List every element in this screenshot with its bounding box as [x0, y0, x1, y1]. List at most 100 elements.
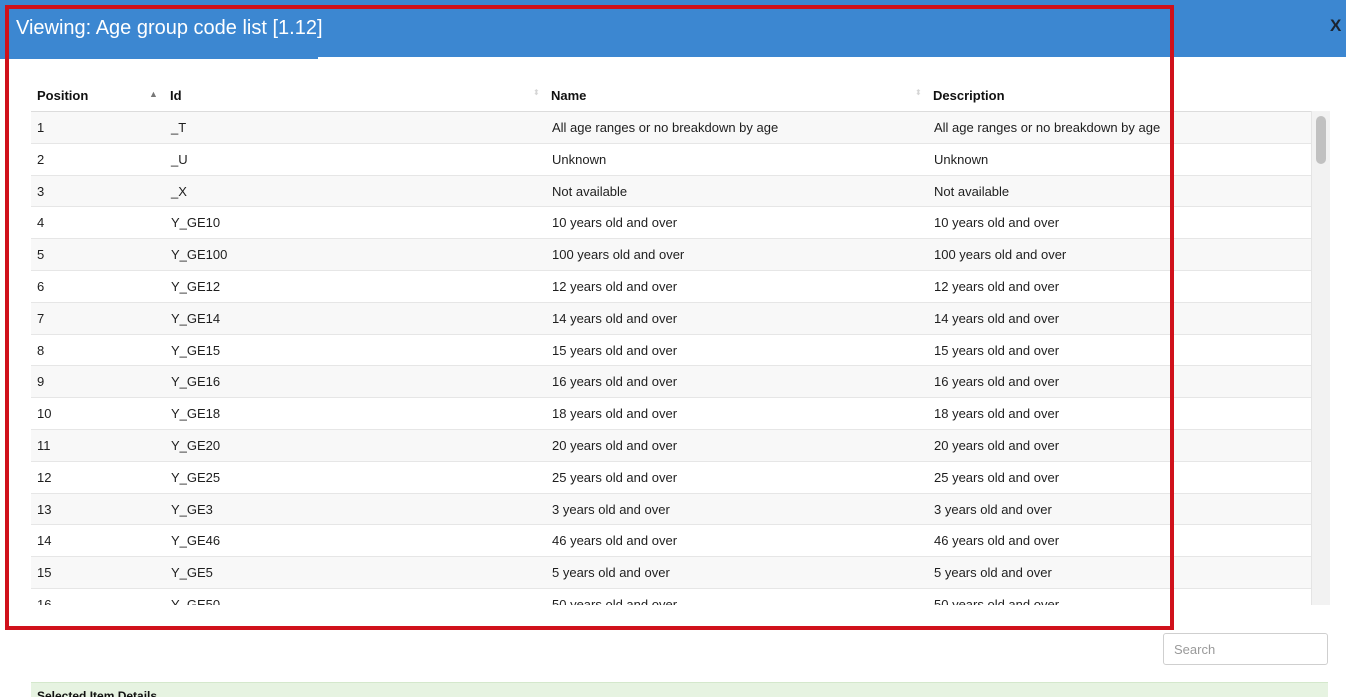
cell-name: 100 years old and over: [552, 247, 685, 263]
cell-position: 8: [37, 342, 45, 358]
cell-id: Y_GE5: [171, 565, 213, 581]
cell-id: Y_GE46: [171, 533, 221, 549]
table-body: 1 _T All age ranges or no breakdown by age…: [31, 112, 1311, 605]
cell-position: 14: [37, 533, 52, 549]
cell-id: Y_GE10: [171, 215, 221, 231]
cell-description: 18 years old and over: [934, 406, 1060, 422]
cell-name: 10 years old and over: [552, 215, 678, 231]
cell-description: Not available: [934, 183, 1010, 199]
table-row[interactable]: 3 _X Not available Not available: [31, 175, 1311, 208]
table-row[interactable]: 2 _U Unknown Unknown: [31, 143, 1311, 176]
table-row[interactable]: 5 Y_GE100 100 years old and over 100 years …: [31, 239, 1311, 271]
cell-name: Not available: [552, 183, 628, 199]
cell-name: Unknown: [552, 151, 607, 167]
cell-position: 9: [37, 374, 45, 390]
cell-name: 3 years old and over: [552, 501, 670, 517]
cell-position: 2: [37, 151, 45, 167]
details-title: Selected Item Details: [37, 689, 158, 697]
table-row[interactable]: 7 Y_GE14 14 years old and over 14 years old…: [31, 302, 1311, 335]
cell-description: 12 years old and over: [934, 278, 1060, 294]
cell-position: 16: [37, 596, 52, 605]
cell-id: Y_GE20: [171, 437, 221, 453]
selected-item-details-panel: Selected Item Details: [31, 682, 1328, 697]
cell-description: 14 years old and over: [934, 310, 1060, 326]
cell-name: 5 years old and over: [552, 565, 670, 581]
sort-ascending-icon: ▲: [149, 89, 158, 99]
table-header: Position ▲ Id ⬍ Name ⬍ Description: [31, 78, 1311, 113]
table-row[interactable]: 8 Y_GE15 15 years old and over 15 years old…: [31, 334, 1311, 367]
cell-position: 13: [37, 501, 52, 517]
cell-description: 3 years old and over: [934, 501, 1052, 517]
column-header-name[interactable]: Name: [551, 88, 586, 103]
table-row[interactable]: 15 Y_GE5 5 years old and over 5 years old a…: [31, 557, 1311, 589]
cell-position: 15: [37, 565, 52, 581]
table-row[interactable]: 14 Y_GE46 46 years old and over 46 years ol…: [31, 525, 1311, 558]
cell-id: Y_GE18: [171, 406, 221, 422]
cell-name: 20 years old and over: [552, 437, 678, 453]
table-row[interactable]: 13 Y_GE3 3 years old and over 3 years old a…: [31, 493, 1311, 526]
cell-id: _U: [171, 151, 188, 167]
cell-description: 15 years old and over: [934, 342, 1060, 358]
table-row[interactable]: 9 Y_GE16 16 years old and over 16 years old…: [31, 366, 1311, 399]
cell-id: Y_GE50: [171, 596, 221, 605]
table-row[interactable]: 4 Y_GE10 10 years old and over 10 years old…: [31, 207, 1311, 240]
column-header-position[interactable]: Position: [37, 88, 88, 103]
cell-id: Y_GE14: [171, 310, 221, 326]
sort-both-icon: ⬍: [915, 88, 922, 97]
dialog-titlebar: Viewing: Age group code list [1.12]: [0, 0, 1346, 59]
cell-description: 16 years old and over: [934, 374, 1060, 390]
column-header-id[interactable]: Id: [170, 88, 182, 103]
cell-id: _X: [171, 183, 187, 199]
table-row[interactable]: 16 Y_GE50 50 years old and over 50 years ol…: [31, 588, 1311, 605]
cell-position: 7: [37, 310, 45, 326]
cell-id: Y_GE15: [171, 342, 221, 358]
cell-description: 10 years old and over: [934, 215, 1060, 231]
scrollbar-thumb[interactable]: [1316, 116, 1326, 164]
cell-description: 50 years old and over: [934, 596, 1060, 605]
cell-name: 16 years old and over: [552, 374, 678, 390]
cell-position: 5: [37, 247, 45, 263]
search-input[interactable]: [1163, 633, 1328, 665]
cell-name: 12 years old and over: [552, 278, 678, 294]
cell-description: 46 years old and over: [934, 533, 1060, 549]
cell-description: All age ranges or no breakdown by age: [934, 120, 1161, 135]
titlebar-divider: [318, 57, 1346, 60]
code-list-table: Position ▲ Id ⬍ Name ⬍ Description 1 _T Al…: [31, 78, 1311, 605]
code-list-dialog: Viewing: Age group code list [1.12] X Po…: [0, 0, 1346, 697]
cell-description: Unknown: [934, 151, 989, 167]
table-row[interactable]: 12 Y_GE25 25 years old and over 25 years ol…: [31, 461, 1311, 494]
cell-position: 10: [37, 406, 52, 422]
table-row[interactable]: 11 Y_GE20 20 years old and over 20 years ol…: [31, 429, 1311, 462]
cell-id: Y_GE100: [171, 247, 228, 263]
cell-description: 100 years old and over: [934, 247, 1067, 263]
cell-name: 46 years old and over: [552, 533, 678, 549]
column-header-description[interactable]: Description: [933, 88, 1005, 103]
cell-name: 50 years old and over: [552, 596, 678, 605]
cell-description: 20 years old and over: [934, 437, 1060, 453]
cell-position: 6: [37, 278, 45, 294]
cell-position: 12: [37, 469, 52, 485]
table-scrollbar[interactable]: [1311, 111, 1330, 605]
cell-position: 4: [37, 215, 45, 231]
cell-name: 25 years old and over: [552, 469, 678, 485]
cell-description: 5 years old and over: [934, 565, 1052, 581]
close-button[interactable]: X: [1330, 16, 1346, 36]
table-row[interactable]: 10 Y_GE18 18 years old and over 18 years ol…: [31, 398, 1311, 430]
cell-position: 3: [37, 183, 45, 199]
cell-description: 25 years old and over: [934, 469, 1060, 485]
cell-name: 14 years old and over: [552, 310, 678, 326]
cell-position: 1: [37, 120, 45, 135]
dialog-title: Viewing: Age group code list [1.12]: [16, 17, 323, 39]
cell-name: 18 years old and over: [552, 406, 678, 422]
sort-both-icon: ⬍: [533, 88, 540, 97]
cell-id: Y_GE16: [171, 374, 221, 390]
table-row[interactable]: 1 _T All age ranges or no breakdown by age…: [31, 112, 1311, 144]
cell-name: 15 years old and over: [552, 342, 678, 358]
table-row[interactable]: 6 Y_GE12 12 years old and over 12 years old…: [31, 270, 1311, 303]
cell-position: 11: [37, 437, 51, 453]
cell-id: Y_GE25: [171, 469, 221, 485]
cell-id: Y_GE3: [171, 501, 213, 517]
cell-id: Y_GE12: [171, 278, 221, 294]
cell-name: All age ranges or no breakdown by age: [552, 120, 779, 135]
cell-id: _T: [171, 120, 187, 135]
